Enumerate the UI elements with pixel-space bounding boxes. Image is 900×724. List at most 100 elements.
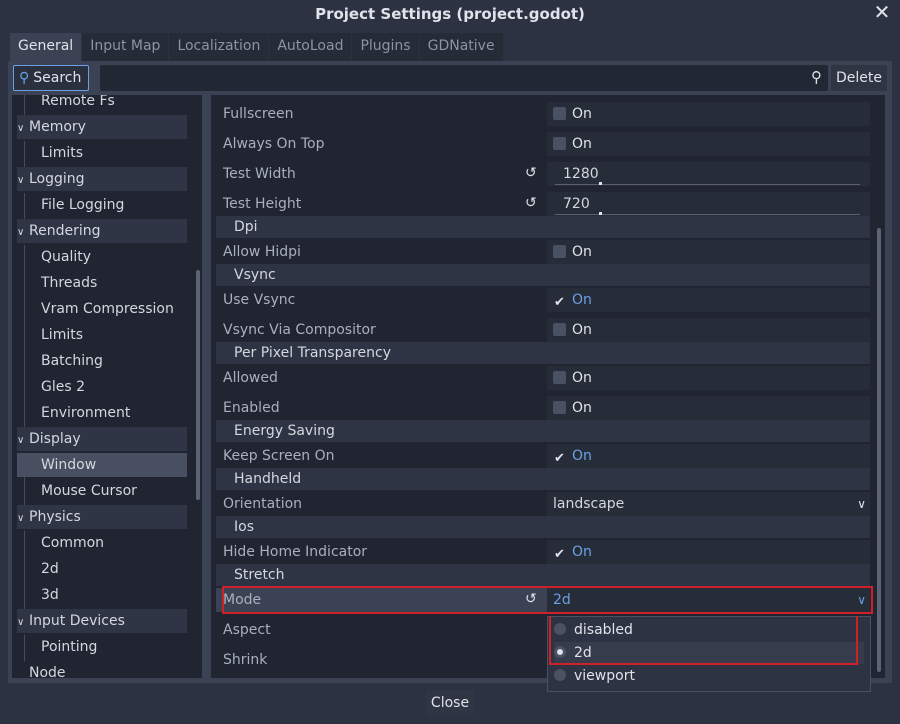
section-stretch[interactable]: Stretch bbox=[216, 564, 870, 586]
checkbox-icon bbox=[553, 245, 566, 258]
chevron-down-icon: ∨ bbox=[17, 435, 25, 446]
checkbox-label: On bbox=[572, 370, 592, 386]
tree-category-physics[interactable]: ∨ Physics bbox=[17, 505, 187, 529]
close-icon[interactable]: ✕ bbox=[872, 2, 892, 22]
magnifier-icon: ⚲ bbox=[811, 68, 822, 86]
tree-item-threads[interactable]: Threads bbox=[17, 271, 187, 295]
property-label: Fullscreen bbox=[223, 106, 294, 122]
spinbox-value: 1280 bbox=[563, 166, 599, 182]
test-width-spinbox[interactable]: 1280 bbox=[547, 162, 870, 186]
tree-item-2d[interactable]: 2d bbox=[17, 557, 187, 581]
section-vsync[interactable]: Vsync bbox=[216, 264, 870, 286]
tree-item-quality[interactable]: Quality bbox=[17, 245, 187, 269]
property-vsync-via-compositor: Vsync Via Compositor On bbox=[216, 318, 870, 342]
tree-category-logging[interactable]: ∨ Logging bbox=[17, 167, 187, 191]
property-fullscreen: Fullscreen On bbox=[216, 102, 870, 126]
checkmark-icon: ✔ bbox=[554, 547, 565, 562]
section-tree[interactable]: Remote Fs ∨ Memory Limits ∨ Logging File L… bbox=[12, 95, 202, 678]
filter-input[interactable]: ⚲ bbox=[100, 65, 828, 91]
tree-item-node[interactable]: Node bbox=[17, 661, 187, 678]
checkbox-icon bbox=[553, 371, 566, 384]
tree-item-label: Logging bbox=[29, 171, 85, 187]
chevron-down-icon: ∨ bbox=[17, 175, 25, 186]
hide-home-indicator-checkbox[interactable]: ✔ On bbox=[547, 540, 870, 564]
property-label: Shrink bbox=[223, 652, 268, 668]
allow-hidpi-checkbox[interactable]: On bbox=[547, 240, 870, 264]
property-orientation: Orientation landscape ∨ bbox=[216, 492, 870, 516]
revert-icon[interactable]: ↺ bbox=[525, 165, 537, 181]
tree-item-batching[interactable]: Batching bbox=[17, 349, 187, 373]
tree-item-environment[interactable]: Environment bbox=[17, 401, 187, 425]
chevron-down-icon: ∨ bbox=[17, 617, 25, 628]
delete-button[interactable]: Delete bbox=[831, 65, 887, 91]
tree-category-display[interactable]: ∨ Display bbox=[17, 427, 187, 451]
property-label: Aspect bbox=[223, 622, 271, 638]
tree-item-3d[interactable]: 3d bbox=[17, 583, 187, 607]
tab-localization[interactable]: Localization bbox=[169, 33, 269, 61]
property-enabled: Enabled On bbox=[216, 396, 870, 420]
checkmark-icon: ✔ bbox=[554, 295, 565, 310]
tab-autoload[interactable]: AutoLoad bbox=[269, 33, 352, 61]
revert-icon[interactable]: ↺ bbox=[525, 195, 537, 211]
allowed-checkbox[interactable]: On bbox=[547, 366, 870, 390]
property-label: Orientation bbox=[223, 496, 303, 512]
section-ios[interactable]: Ios bbox=[216, 516, 870, 538]
dropdown-value: landscape bbox=[553, 496, 625, 512]
section-dpi[interactable]: Dpi bbox=[216, 216, 870, 238]
tab-general[interactable]: General bbox=[10, 33, 82, 61]
search-icon: ⚲ bbox=[19, 70, 30, 86]
close-button[interactable]: Close bbox=[426, 690, 474, 716]
section-handheld[interactable]: Handheld bbox=[216, 468, 870, 490]
tree-item-window[interactable]: Window bbox=[17, 453, 187, 477]
vsync-via-compositor-checkbox[interactable]: On bbox=[547, 318, 870, 342]
orientation-dropdown[interactable]: landscape ∨ bbox=[547, 492, 870, 516]
test-height-spinbox[interactable]: 720 bbox=[547, 192, 870, 216]
enabled-checkbox[interactable]: On bbox=[547, 396, 870, 420]
tree-item-common[interactable]: Common bbox=[17, 531, 187, 555]
menu-item-viewport[interactable]: viewport bbox=[554, 665, 864, 687]
tree-item-limits[interactable]: Limits bbox=[17, 141, 187, 165]
checkmark-icon: ✔ bbox=[554, 451, 565, 466]
keep-screen-on-checkbox[interactable]: ✔ On bbox=[547, 444, 870, 468]
checkbox-label: On bbox=[572, 322, 592, 338]
tree-category-input-devices[interactable]: ∨ Input Devices bbox=[17, 609, 187, 633]
checkbox-label: On bbox=[572, 106, 592, 122]
tab-input-map[interactable]: Input Map bbox=[82, 33, 169, 61]
tree-item-mouse-cursor[interactable]: Mouse Cursor bbox=[17, 479, 187, 503]
always-on-top-checkbox[interactable]: On bbox=[547, 132, 870, 156]
fullscreen-checkbox[interactable]: On bbox=[547, 102, 870, 126]
property-always-on-top: Always On Top On bbox=[216, 132, 870, 156]
tree-item-file-logging[interactable]: File Logging bbox=[17, 193, 187, 217]
section-energy-saving[interactable]: Energy Saving bbox=[216, 420, 870, 442]
checkbox-label: On bbox=[572, 244, 592, 260]
use-vsync-checkbox[interactable]: ✔ On bbox=[547, 288, 870, 312]
tab-plugins[interactable]: Plugins bbox=[352, 33, 419, 61]
property-label: Keep Screen On bbox=[223, 448, 335, 464]
tree-item-remote-fs[interactable]: Remote Fs bbox=[17, 95, 187, 113]
tree-item-vram-compression[interactable]: Vram Compression bbox=[17, 297, 187, 321]
tree-category-memory[interactable]: ∨ Memory bbox=[17, 115, 187, 139]
property-keep-screen-on: Keep Screen On ✔ On bbox=[216, 444, 870, 468]
checkbox-label: On bbox=[572, 292, 592, 308]
tab-gdnative[interactable]: GDNative bbox=[419, 33, 503, 61]
checkbox-label: On bbox=[572, 448, 592, 464]
checkbox-icon bbox=[553, 107, 566, 120]
spinbox-value: 720 bbox=[563, 196, 590, 212]
property-test-height: Test Height ↺ 720 bbox=[216, 192, 870, 216]
tree-item-pointing[interactable]: Pointing bbox=[17, 635, 187, 659]
slider-grabber bbox=[599, 182, 602, 185]
tree-item-label: Display bbox=[29, 431, 81, 447]
checkbox-label: On bbox=[572, 400, 592, 416]
inspector-scrollbar[interactable] bbox=[877, 228, 881, 672]
section-per-pixel-transparency[interactable]: Per Pixel Transparency bbox=[216, 342, 870, 364]
tree-item-gles-2[interactable]: Gles 2 bbox=[17, 375, 187, 399]
search-button[interactable]: ⚲ Search bbox=[13, 65, 89, 91]
property-hide-home-indicator: Hide Home Indicator ✔ On bbox=[216, 540, 870, 564]
property-label: Use Vsync bbox=[223, 292, 296, 308]
tree-category-rendering[interactable]: ∨ Rendering bbox=[17, 219, 187, 243]
tree-item-limits[interactable]: Limits bbox=[17, 323, 187, 347]
tree-item-label: Physics bbox=[29, 509, 81, 525]
window-title: Project Settings (project.godot) bbox=[315, 5, 585, 23]
menu-item-label: viewport bbox=[574, 668, 635, 684]
tree-scrollbar[interactable] bbox=[196, 270, 200, 500]
